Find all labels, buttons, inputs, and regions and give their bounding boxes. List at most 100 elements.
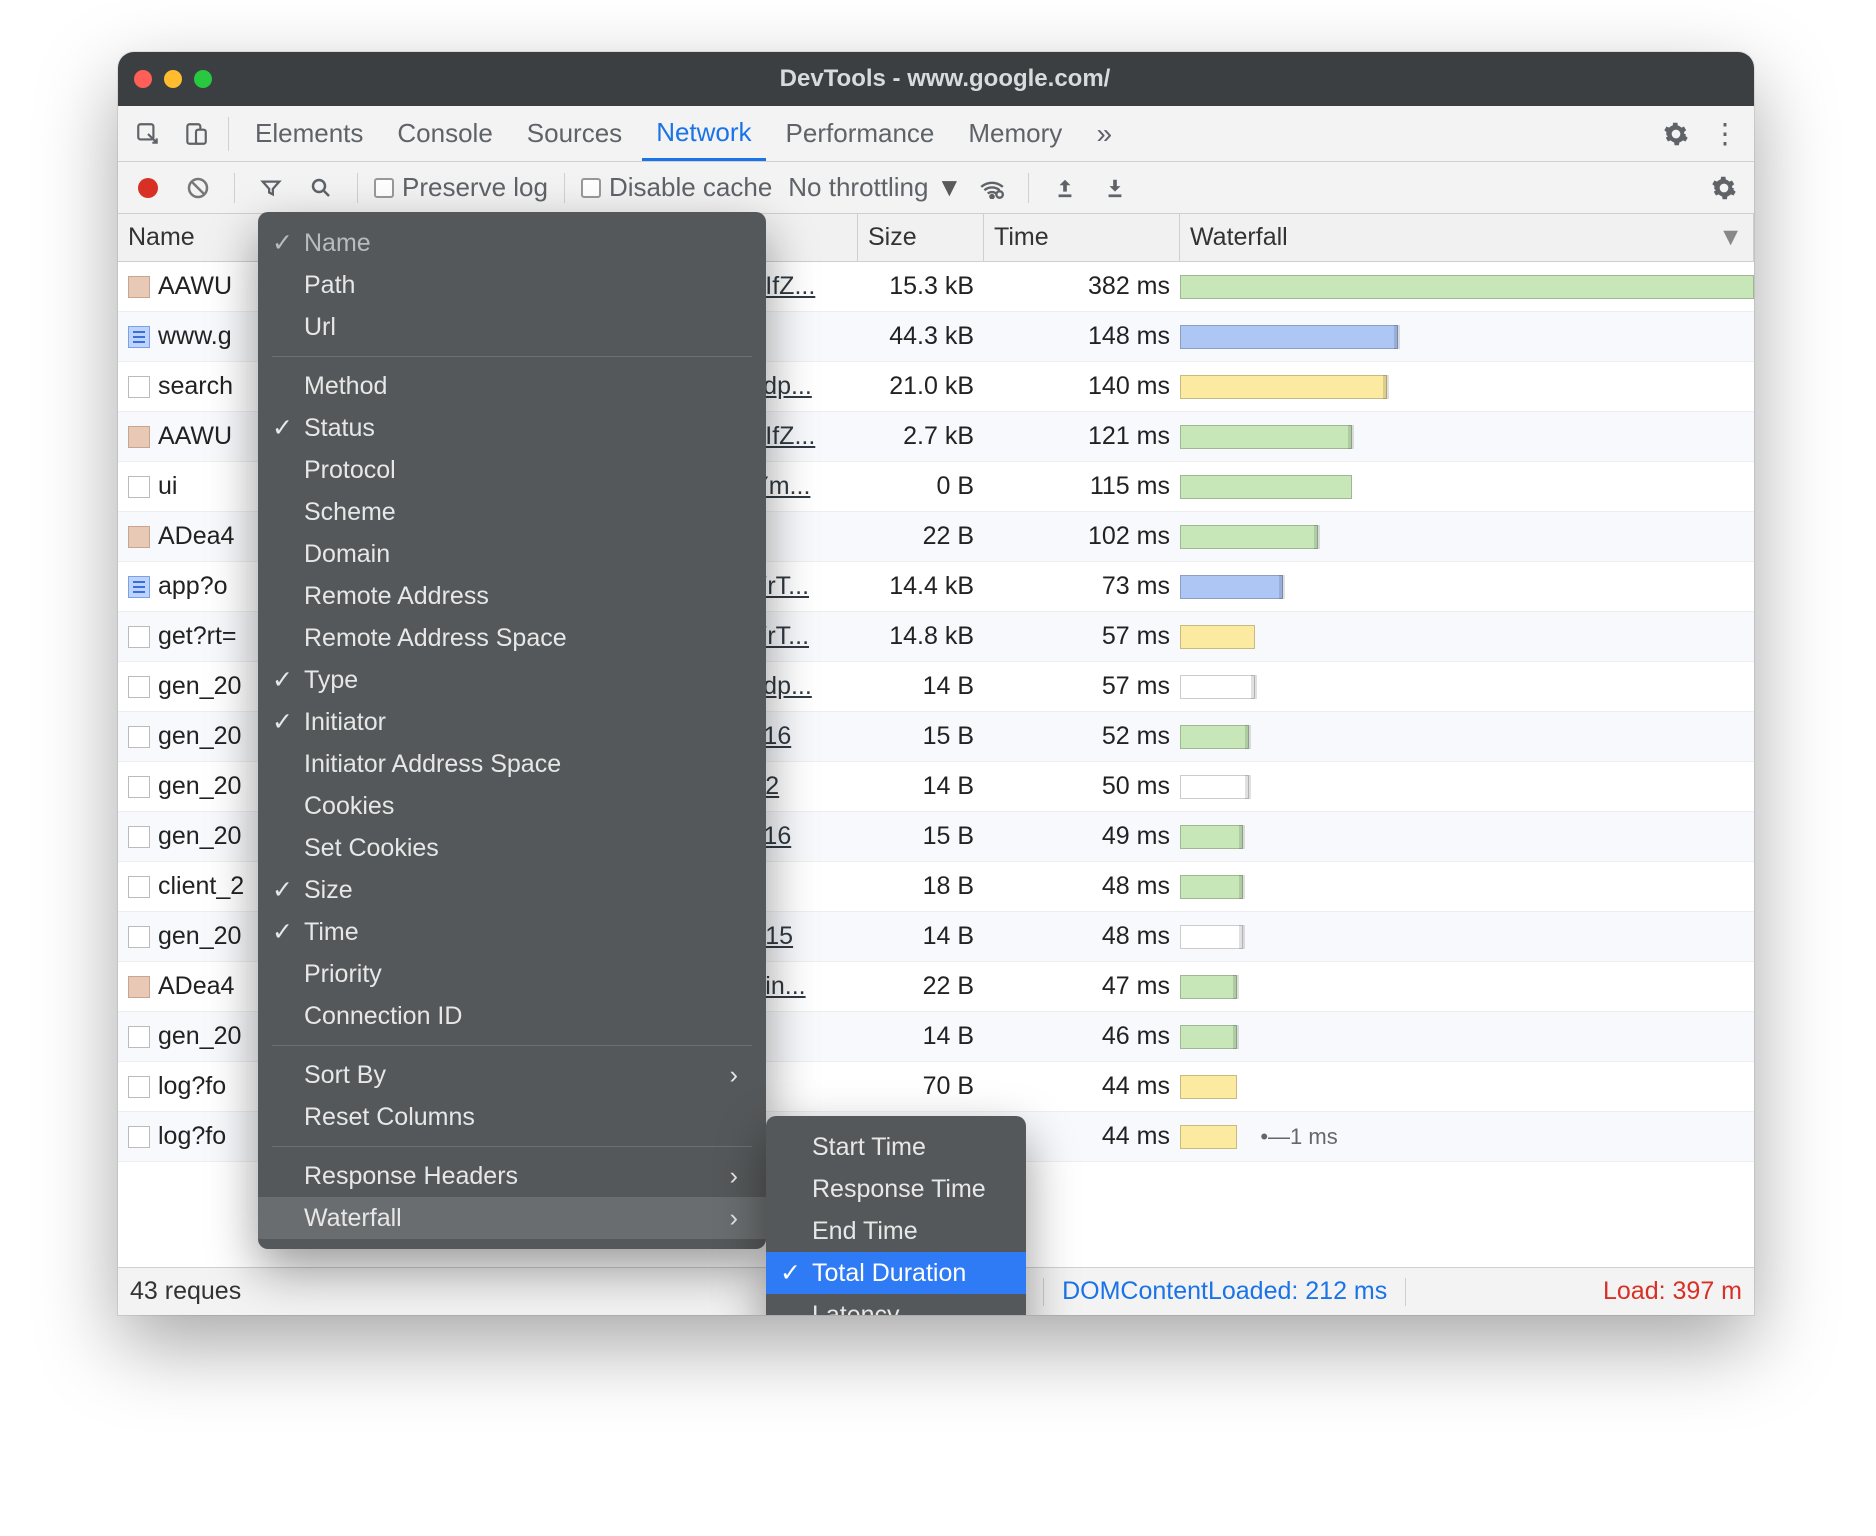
resource-type-icon [128, 376, 150, 398]
header-context-menu[interactable]: ✓NamePathUrl Method✓StatusProtocolSchemeD… [258, 212, 766, 1249]
more-tabs-icon[interactable]: » [1084, 114, 1124, 154]
menu-item-size[interactable]: ✓Size [258, 869, 766, 911]
submenu-item-start-time[interactable]: Start Time [766, 1126, 1026, 1168]
resource-type-icon [128, 926, 150, 948]
menu-item-remote-address-space[interactable]: Remote Address Space [258, 617, 766, 659]
size-cell: 15 B [858, 812, 984, 861]
waterfall-cell [1180, 712, 1754, 761]
tab-sources[interactable]: Sources [513, 106, 636, 161]
waterfall-submenu[interactable]: Start TimeResponse TimeEnd Time✓Total Du… [766, 1116, 1026, 1315]
filter-icon[interactable] [251, 168, 291, 208]
resource-name: ADea4 [158, 972, 234, 1001]
menu-item-remote-address[interactable]: Remote Address [258, 575, 766, 617]
submenu-item-latency[interactable]: Latency [766, 1294, 1026, 1315]
throttling-select[interactable]: No throttling ▼ [788, 172, 962, 203]
checkmark-icon: ✓ [272, 875, 293, 905]
submenu-arrow-icon: › [700, 1061, 738, 1090]
size-cell: 14.8 kB [858, 612, 984, 661]
minimize-window-button[interactable] [164, 70, 182, 88]
time-cell: 73 ms [984, 562, 1180, 611]
checkmark-icon: ✓ [272, 413, 293, 443]
menu-item-reset-columns[interactable]: Reset Columns [258, 1096, 766, 1138]
waterfall-cell [1180, 1012, 1754, 1061]
zoom-window-button[interactable] [194, 70, 212, 88]
header-waterfall[interactable]: Waterfall▼ [1180, 214, 1754, 261]
menu-item-domain[interactable]: Domain [258, 533, 766, 575]
size-cell: 70 B [858, 1062, 984, 1111]
resource-type-icon [128, 826, 150, 848]
menu-item-initiator-address-space[interactable]: Initiator Address Space [258, 743, 766, 785]
menu-item-path[interactable]: Path [258, 264, 766, 306]
resource-type-icon [128, 876, 150, 898]
menu-item-response-headers[interactable]: Response Headers› [258, 1155, 766, 1197]
time-cell: 44 ms [984, 1062, 1180, 1111]
time-cell: 50 ms [984, 762, 1180, 811]
inspect-element-icon[interactable] [128, 114, 168, 154]
submenu-item-response-time[interactable]: Response Time [766, 1168, 1026, 1210]
size-cell: 14.4 kB [858, 562, 984, 611]
header-time[interactable]: Time [984, 214, 1180, 261]
menu-item-connection-id[interactable]: Connection ID [258, 995, 766, 1037]
waterfall-cell [1180, 912, 1754, 961]
menu-item-initiator[interactable]: ✓Initiator [258, 701, 766, 743]
tab-network[interactable]: Network [642, 106, 765, 161]
resource-type-icon [128, 1076, 150, 1098]
devtools-window: DevTools - www.google.com/ ElementsConso… [118, 52, 1754, 1315]
waterfall-cell [1180, 262, 1754, 311]
menu-item-priority[interactable]: Priority [258, 953, 766, 995]
tab-memory[interactable]: Memory [954, 106, 1076, 161]
resource-name: app?o [158, 572, 228, 601]
disable-cache-label: Disable cache [609, 172, 772, 203]
search-icon[interactable] [301, 168, 341, 208]
resource-name: gen_20 [158, 922, 241, 951]
waterfall-cell [1180, 812, 1754, 861]
tab-performance[interactable]: Performance [772, 106, 949, 161]
resource-name: AAWU [158, 422, 232, 451]
device-toolbar-icon[interactable] [176, 114, 216, 154]
clear-button[interactable] [178, 168, 218, 208]
size-cell: 14 B [858, 762, 984, 811]
time-cell: 57 ms [984, 612, 1180, 661]
kebab-menu-icon[interactable]: ⋮ [1704, 114, 1744, 154]
submenu-item-total-duration[interactable]: ✓Total Duration [766, 1252, 1026, 1294]
close-window-button[interactable] [134, 70, 152, 88]
menu-item-url[interactable]: Url [258, 306, 766, 348]
record-button[interactable] [128, 168, 168, 208]
download-har-icon[interactable] [1095, 168, 1135, 208]
waterfall-cell [1180, 362, 1754, 411]
resource-type-icon [128, 976, 150, 998]
menu-item-status[interactable]: ✓Status [258, 407, 766, 449]
menu-item-waterfall[interactable]: Waterfall› [258, 1197, 766, 1239]
resource-name: gen_20 [158, 672, 241, 701]
menu-item-type[interactable]: ✓Type [258, 659, 766, 701]
network-settings-gear-icon[interactable] [1704, 168, 1744, 208]
settings-gear-icon[interactable] [1656, 114, 1696, 154]
time-cell: 140 ms [984, 362, 1180, 411]
network-conditions-icon[interactable] [972, 168, 1012, 208]
submenu-item-end-time[interactable]: End Time [766, 1210, 1026, 1252]
checkmark-icon: ✓ [272, 707, 293, 737]
preserve-log-checkbox[interactable]: Preserve log [374, 172, 548, 203]
status-domcontentloaded: DOMContentLoaded: 212 ms [1062, 1277, 1387, 1306]
checkmark-icon: ✓ [780, 1258, 801, 1288]
upload-har-icon[interactable] [1045, 168, 1085, 208]
menu-item-protocol[interactable]: Protocol [258, 449, 766, 491]
resource-type-icon [128, 576, 150, 598]
resource-type-icon [128, 626, 150, 648]
menu-item-time[interactable]: ✓Time [258, 911, 766, 953]
size-cell: 0 B [858, 462, 984, 511]
menu-item-cookies[interactable]: Cookies [258, 785, 766, 827]
tab-elements[interactable]: Elements [241, 106, 377, 161]
menu-item-scheme[interactable]: Scheme [258, 491, 766, 533]
menu-item-name[interactable]: ✓Name [258, 222, 766, 264]
time-cell: 48 ms [984, 912, 1180, 961]
time-cell: 49 ms [984, 812, 1180, 861]
resource-type-icon [128, 676, 150, 698]
menu-item-method[interactable]: Method [258, 365, 766, 407]
tab-console[interactable]: Console [383, 106, 506, 161]
header-size[interactable]: Size [858, 214, 984, 261]
menu-item-set-cookies[interactable]: Set Cookies [258, 827, 766, 869]
menu-item-sort-by[interactable]: Sort By› [258, 1054, 766, 1096]
disable-cache-checkbox[interactable]: Disable cache [581, 172, 772, 203]
resource-name: client_2 [158, 872, 244, 901]
